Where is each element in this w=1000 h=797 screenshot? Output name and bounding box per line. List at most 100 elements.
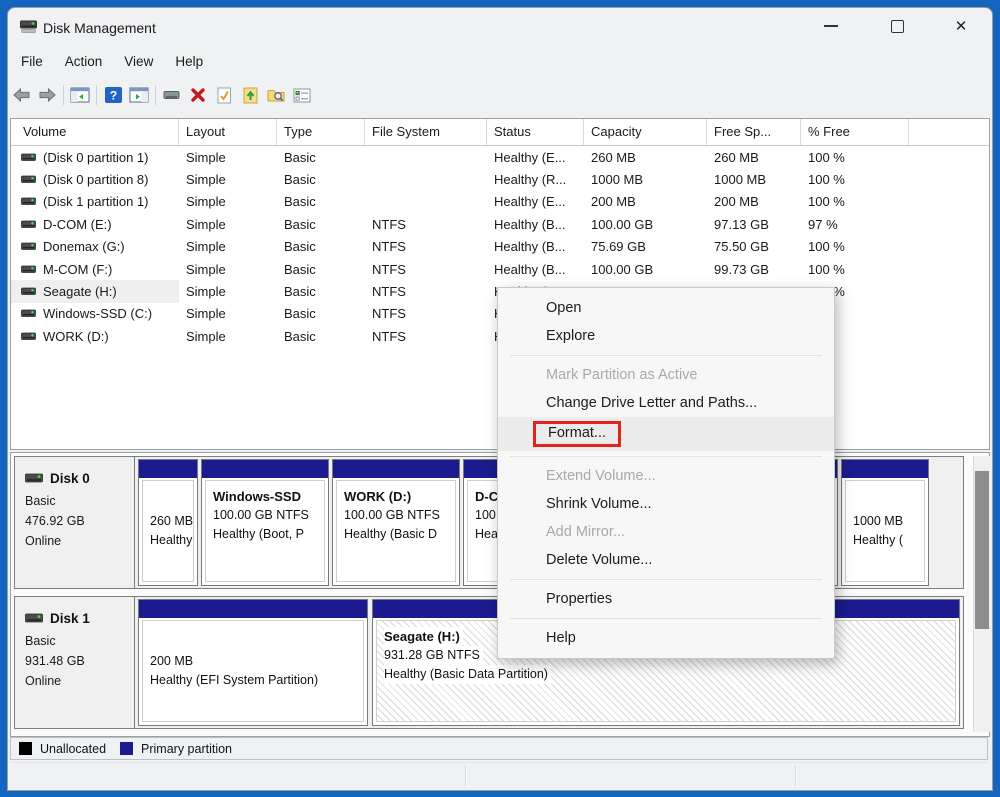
volume-name: (Disk 0 partition 1) [43, 150, 148, 165]
column-header-status[interactable]: Status [487, 119, 584, 145]
check-document-icon[interactable] [211, 82, 237, 108]
delete-icon[interactable] [185, 82, 211, 108]
cell-layout: Simple [179, 239, 277, 254]
cell-pct-free: 100 % [801, 194, 909, 209]
cell-type: Basic [277, 306, 365, 321]
minimize-button[interactable] [809, 7, 853, 45]
column-header-capacity[interactable]: Capacity [584, 119, 707, 145]
fields-icon[interactable] [289, 82, 315, 108]
cell-type: Basic [277, 217, 365, 232]
cell-type: Basic [277, 329, 365, 344]
column-header-pct-free[interactable]: % Free [801, 119, 909, 145]
cell-free-space: 99.73 GB [707, 262, 801, 277]
menu-help[interactable]: Help [164, 49, 214, 75]
volume-drive-icon [21, 242, 36, 251]
context-menu-item-properties[interactable]: Properties [498, 585, 834, 613]
cell-type: Basic [277, 172, 365, 187]
column-header-type[interactable]: Type [277, 119, 365, 145]
show-console-tree-icon[interactable] [67, 82, 93, 108]
disk0-partition-recovery[interactable]: 1000 MB Healthy ( [841, 459, 929, 586]
menu-file[interactable]: File [10, 49, 54, 75]
column-header-file-system[interactable]: File System [365, 119, 487, 145]
cell-type: Basic [277, 194, 365, 209]
cell-capacity: 200 MB [584, 194, 707, 209]
disk1-size: 931.48 GB [25, 651, 134, 671]
scrollbar-thumb[interactable] [975, 471, 989, 629]
partition-color-bar [139, 600, 367, 618]
partition-status: Healthy (EFI System Partition) [150, 671, 363, 690]
partition-name: Seagate (H:) [384, 627, 463, 646]
volume-drive-icon [21, 220, 36, 229]
partition-size: 100.00 GB NTFS [213, 506, 324, 525]
cell-file-system: NTFS [365, 217, 487, 232]
context-menu-item-explore[interactable]: Explore [498, 322, 834, 350]
cell-pct-free: 100 % [801, 150, 909, 165]
table-row[interactable]: Donemax (G:) Simple Basic NTFS Healthy (… [11, 236, 989, 258]
drive-popup-icon[interactable] [159, 82, 185, 108]
table-row[interactable]: (Disk 0 partition 1) Simple Basic Health… [11, 146, 989, 168]
disk-drive-icon [25, 473, 43, 484]
disk0-label[interactable]: Disk 0 Basic 476.92 GB Online [15, 457, 135, 588]
folder-search-icon[interactable] [263, 82, 289, 108]
cell-file-system: NTFS [365, 306, 487, 321]
volume-drive-icon [21, 287, 36, 296]
column-header-volume[interactable]: Volume [11, 119, 179, 145]
disk0-status: Online [25, 531, 134, 551]
cell-pct-free: 100 % [801, 262, 909, 277]
cell-layout: Simple [179, 150, 277, 165]
cell-layout: Simple [179, 217, 277, 232]
disk0-partition-efi[interactable]: 260 MB Healthy ( [138, 459, 198, 586]
table-row[interactable]: (Disk 0 partition 8) Simple Basic Health… [11, 168, 989, 190]
document-up-icon[interactable] [237, 82, 263, 108]
cell-status: Healthy (B... [487, 217, 584, 232]
partition-status: Healthy ( [150, 531, 193, 550]
partition-color-bar [139, 460, 197, 478]
context-menu-item-help[interactable]: Help [498, 624, 834, 652]
partition-size: 260 MB [150, 512, 193, 531]
desktop-background: Disk Management ✕ File Action View Help … [0, 0, 1000, 797]
volume-drive-icon [21, 153, 36, 162]
disk-management-app-icon [20, 20, 38, 39]
back-icon[interactable] [8, 82, 34, 108]
status-bar-divider [465, 765, 467, 787]
partition-size: 931.28 GB NTFS [384, 646, 483, 665]
status-bar-divider [795, 765, 797, 787]
list-header: Volume Layout Type File System Status Ca… [11, 119, 989, 146]
disk0-partition-windows-ssd[interactable]: Windows-SSD 100.00 GB NTFS Healthy (Boot… [201, 459, 329, 586]
cell-pct-free: 100 % [801, 172, 909, 187]
forward-icon[interactable] [34, 82, 60, 108]
disk0-kind: Basic [25, 491, 134, 511]
column-header-layout[interactable]: Layout [179, 119, 277, 145]
maximize-button[interactable] [875, 7, 919, 45]
context-menu-item-extend-volume: Extend Volume... [498, 462, 834, 490]
toolbar-separator [63, 85, 64, 105]
disk1-label[interactable]: Disk 1 Basic 931.48 GB Online [15, 597, 135, 728]
cell-status: Healthy (B... [487, 262, 584, 277]
show-action-pane-icon[interactable] [126, 82, 152, 108]
table-row[interactable]: (Disk 1 partition 1) Simple Basic Health… [11, 191, 989, 213]
context-menu-item-delete-volume[interactable]: Delete Volume... [498, 546, 834, 574]
cell-free-space: 200 MB [707, 194, 801, 209]
menu-action[interactable]: Action [54, 49, 114, 75]
column-header-free-space[interactable]: Free Sp... [707, 119, 801, 145]
close-button[interactable]: ✕ [939, 7, 983, 45]
disk1-partition-efi[interactable]: 200 MB Healthy (EFI System Partition) [138, 599, 368, 726]
context-menu-item-shrink-volume[interactable]: Shrink Volume... [498, 490, 834, 518]
cell-type: Basic [277, 150, 365, 165]
volume-name: D-COM (E:) [43, 217, 112, 232]
partition-name: WORK (D:) [344, 487, 455, 506]
context-menu-item-change-drive-letter[interactable]: Change Drive Letter and Paths... [498, 389, 834, 417]
cell-capacity: 75.69 GB [584, 239, 707, 254]
partition-status: Healthy (Boot, P [213, 525, 324, 544]
vertical-scrollbar[interactable] [973, 456, 990, 732]
disk0-partition-work[interactable]: WORK (D:) 100.00 GB NTFS Healthy (Basic … [332, 459, 460, 586]
table-row[interactable]: D-COM (E:) Simple Basic NTFS Healthy (B.… [11, 213, 989, 235]
context-menu-item-open[interactable]: Open [498, 294, 834, 322]
context-menu-item-format[interactable]: Format... [498, 417, 834, 451]
menu-view[interactable]: View [113, 49, 164, 75]
help-icon[interactable]: ? [100, 82, 126, 108]
cell-file-system: NTFS [365, 262, 487, 277]
cell-file-system: NTFS [365, 284, 487, 299]
partition-size: 200 MB [150, 652, 363, 671]
table-row[interactable]: M-COM (F:) Simple Basic NTFS Healthy (B.… [11, 258, 989, 280]
